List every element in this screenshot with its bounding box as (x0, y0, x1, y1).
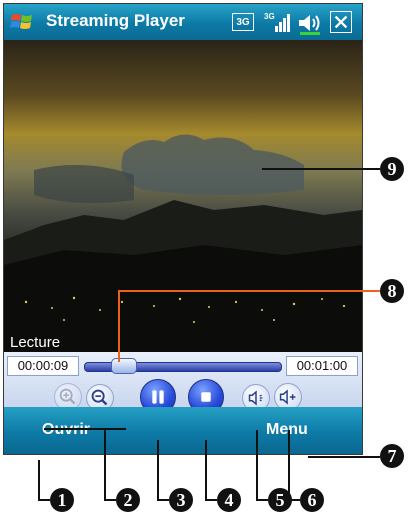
menu-softkey[interactable]: Menu (266, 421, 308, 439)
callout-2: 2 (116, 488, 140, 512)
playback-status: Lecture (10, 334, 61, 351)
callout-8-line (118, 290, 380, 292)
signal-strength-icon[interactable]: 3G (264, 10, 290, 34)
callout-1: 1 (50, 488, 74, 512)
callout-2-bracket (44, 428, 126, 430)
callout-7-line (308, 456, 380, 458)
seek-bar[interactable] (84, 358, 282, 374)
callout-3-line (157, 440, 159, 500)
callout-6-line (288, 430, 290, 500)
open-softkey[interactable]: Ouvrir (42, 421, 90, 439)
callout-3-foot (157, 499, 169, 501)
video-frame-landscape (4, 134, 362, 352)
callout-6: 6 (300, 488, 324, 512)
control-panel: 00:00:09 00:01:00 (4, 352, 362, 415)
callout-9-line (262, 168, 380, 170)
windows-flag-icon[interactable] (10, 10, 34, 34)
callout-1-foot (38, 499, 50, 501)
close-icon (334, 15, 348, 29)
total-time: 00:01:00 (286, 356, 358, 376)
softkey-bar: Ouvrir Menu (4, 407, 362, 454)
close-button[interactable] (330, 11, 352, 33)
callout-5-line (256, 430, 258, 500)
callout-5-foot (256, 499, 268, 501)
callout-7: 7 (380, 444, 404, 468)
callout-4-foot (205, 499, 217, 501)
callout-8-line-vertical (118, 290, 120, 362)
svg-text:3G: 3G (264, 12, 275, 21)
network-3g-badge: 3G (232, 13, 254, 31)
callout-2-line (104, 428, 106, 500)
callout-1-line (38, 460, 40, 500)
speaker-icon[interactable] (296, 11, 322, 35)
callout-4-line (205, 440, 207, 500)
callout-9: 9 (380, 157, 404, 181)
title-bar: Streaming Player 3G 3G (4, 4, 362, 40)
elapsed-time: 00:00:09 (7, 356, 79, 376)
video-display[interactable] (4, 40, 362, 352)
app-title: Streaming Player (46, 11, 185, 30)
callout-5: 5 (268, 488, 292, 512)
callout-2-foot (104, 499, 116, 501)
callout-4: 4 (217, 488, 241, 512)
device-screen: Streaming Player 3G 3G Lecture 00:00:09 … (3, 3, 363, 455)
seek-thumb[interactable] (110, 358, 137, 374)
callout-8: 8 (380, 279, 404, 303)
callout-3: 3 (169, 488, 193, 512)
